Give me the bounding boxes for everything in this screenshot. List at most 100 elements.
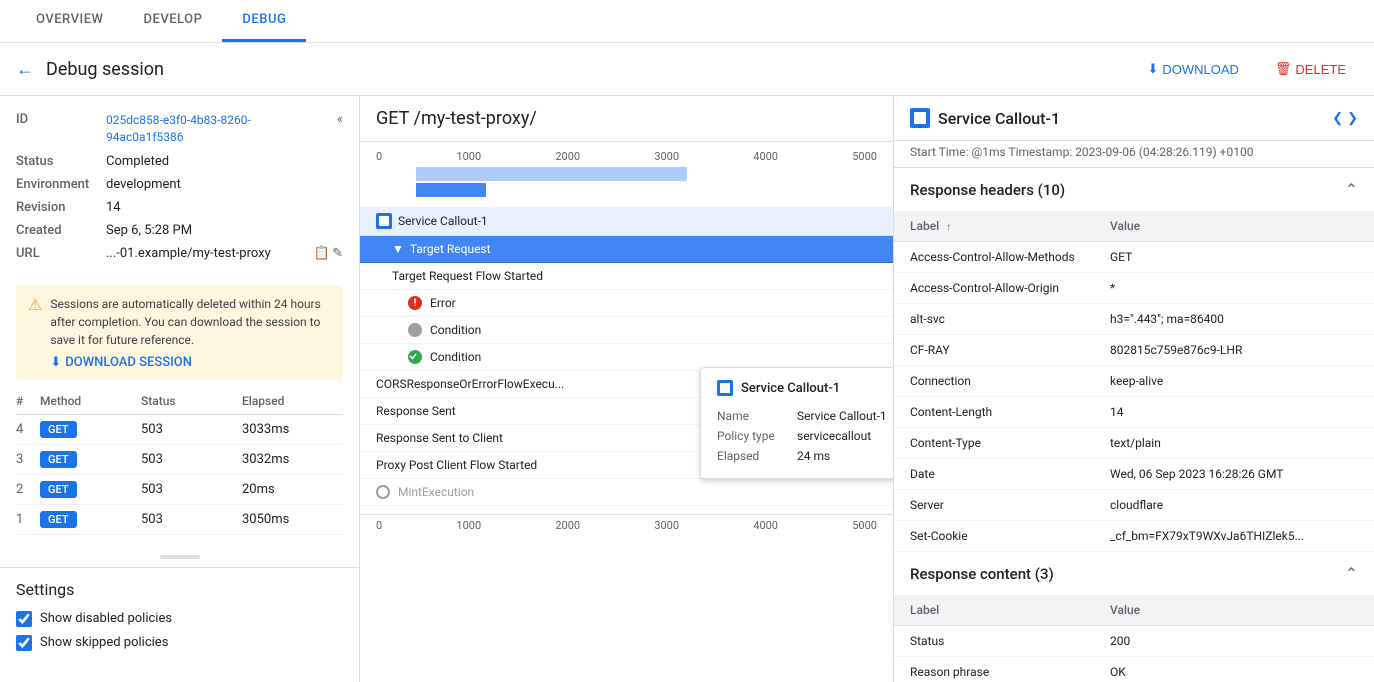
flow-item-target[interactable]: ▼ Target Request xyxy=(360,236,893,263)
copy-icon[interactable]: 📋 xyxy=(314,246,330,261)
response-content-chevron: ⌃ xyxy=(1345,564,1358,583)
row-num: 3 xyxy=(16,452,40,467)
response-headers-toggle[interactable]: Response headers (10) ⌃ xyxy=(894,168,1374,211)
tooltip-name-value: Service Callout-1 xyxy=(797,409,887,423)
response-headers-col-value: Value xyxy=(1094,211,1374,242)
row-num: 1 xyxy=(16,512,40,527)
callout-label: Service Callout-1 xyxy=(398,214,488,228)
flow-item-condition-gray: Condition xyxy=(360,317,893,344)
info-row-revision: Revision 14 xyxy=(16,196,343,219)
info-row-id: ID 025dc858-e3f0-4b83-8260-94ac0a1f5386 … xyxy=(16,108,343,150)
back-button[interactable]: ← xyxy=(16,59,34,80)
tab-develop[interactable]: DEVELOP xyxy=(123,0,222,42)
right-panel-nav[interactable]: ❮ ❯ xyxy=(1332,111,1358,126)
response-content-table: Label Value Status200 Reason phraseOK Bo… xyxy=(894,595,1374,682)
table-row[interactable]: 4 GET 503 3033ms xyxy=(16,415,343,445)
right-panel-title: Service Callout-1 xyxy=(938,109,1332,128)
download-session-icon: ⬇ xyxy=(50,355,61,370)
col-header-method: Method xyxy=(40,394,141,408)
flow-item-error: ! Error xyxy=(360,290,893,317)
row-status: 503 xyxy=(141,482,242,497)
delete-button[interactable]: 🗑 DELETE xyxy=(1263,55,1358,83)
row-num: 4 xyxy=(16,422,40,437)
revision-value: 14 xyxy=(106,200,343,215)
row-num: 2 xyxy=(16,482,40,497)
response-content-row: Status200 xyxy=(894,626,1374,657)
url-label: URL xyxy=(16,246,106,261)
response-header-row: alt-svch3=".443"; ma=86400 xyxy=(894,304,1374,335)
download-button[interactable]: ⬇ DOWNLOAD xyxy=(1135,55,1250,83)
flow-item-text: Target Request Flow Started xyxy=(360,263,893,290)
tab-debug[interactable]: DEBUG xyxy=(222,0,306,42)
proxy-post-label: Proxy Post Client Flow Started xyxy=(376,458,537,472)
tooltip-policy-value: servicecallout xyxy=(797,429,871,443)
response-header-row: Content-Length14 xyxy=(894,397,1374,428)
warning-icon: ⚠ xyxy=(28,295,42,314)
url-value: ...-01.example/my-test-proxy xyxy=(106,246,310,261)
info-row-environment: Environment development xyxy=(16,173,343,196)
flow-item-callout[interactable]: Service Callout-1 xyxy=(360,207,893,236)
tooltip-policy-label: Policy type xyxy=(717,429,797,443)
mint-dot-icon xyxy=(376,485,390,499)
flow-item-mint: MintExecution xyxy=(360,479,893,506)
row-method: GET xyxy=(40,421,141,438)
show-skipped-checkbox[interactable] xyxy=(16,635,32,651)
timeline-bar-light xyxy=(416,167,687,181)
tooltip-apigee-icon xyxy=(717,380,733,396)
warning-text: Sessions are automatically deleted withi… xyxy=(50,297,320,347)
id-label: ID xyxy=(16,112,106,127)
tooltip-name-label: Name xyxy=(717,409,797,423)
row-elapsed: 20ms xyxy=(242,482,343,497)
response-header-row: CF-RAY802815c759e876c9-LHR xyxy=(894,335,1374,366)
table-header: # Method Status Elapsed xyxy=(16,388,343,415)
show-disabled-row: Show disabled policies xyxy=(16,611,343,627)
response-content-toggle[interactable]: Response content (3) ⌃ xyxy=(894,552,1374,595)
settings-title: Settings xyxy=(16,580,343,599)
response-content-col-value: Value xyxy=(1094,595,1374,626)
right-sub-header: Start Time: @1ms Timestamp: 2023-09-06 (… xyxy=(894,141,1374,168)
row-elapsed: 3033ms xyxy=(242,422,343,437)
timeline-bars xyxy=(376,167,877,199)
sort-icon[interactable]: ↑ xyxy=(946,222,951,233)
table-row[interactable]: 3 GET 503 3032ms xyxy=(16,445,343,475)
condition-green-label: Condition xyxy=(430,350,481,364)
revision-label: Revision xyxy=(16,200,106,215)
error-dot-icon: ! xyxy=(408,296,422,310)
edit-icon[interactable]: ✎ xyxy=(332,246,343,261)
show-disabled-label: Show disabled policies xyxy=(40,611,172,626)
apigee-icon xyxy=(376,213,392,229)
table-row[interactable]: 1 GET 503 3050ms xyxy=(16,505,343,535)
tab-overview[interactable]: OVERVIEW xyxy=(16,0,123,42)
warning-box: ⚠ Sessions are automatically deleted wit… xyxy=(16,285,343,380)
prev-icon[interactable]: ❮ xyxy=(1332,111,1343,126)
timeline-section: 0 1000 2000 3000 4000 5000 xyxy=(360,142,893,207)
next-icon[interactable]: ❯ xyxy=(1347,111,1358,126)
download-session-link[interactable]: ⬇ DOWNLOAD SESSION xyxy=(50,355,331,370)
tooltip-row-name: Name Service Callout-1 xyxy=(717,406,894,426)
row-elapsed: 3032ms xyxy=(242,452,343,467)
show-skipped-label: Show skipped policies xyxy=(40,635,168,650)
show-disabled-checkbox[interactable] xyxy=(16,611,32,627)
col-header-status: Status xyxy=(141,394,242,408)
status-label: Status xyxy=(16,154,106,169)
collapse-icon[interactable]: « xyxy=(337,112,343,127)
environment-value: development xyxy=(106,177,343,192)
top-nav: OVERVIEW DEVELOP DEBUG xyxy=(0,0,1374,43)
settings-section: Settings Show disabled policies Show ski… xyxy=(0,567,359,671)
tooltip-header: Service Callout-1 xyxy=(717,380,894,396)
response-header-row: DateWed, 06 Sep 2023 16:28:26 GMT xyxy=(894,459,1374,490)
response-headers-section: Response headers (10) ⌃ Label ↑ Value Ac… xyxy=(894,168,1374,552)
row-elapsed: 3050ms xyxy=(242,512,343,527)
delete-icon: 🗑 xyxy=(1275,61,1292,77)
col-header-elapsed: Elapsed xyxy=(242,394,343,408)
row-status: 503 xyxy=(141,422,242,437)
condition-green-icon xyxy=(408,350,422,364)
row-status: 503 xyxy=(141,452,242,467)
response-sent-label: Response Sent xyxy=(376,404,456,418)
response-header-row: Connectionkeep-alive xyxy=(894,366,1374,397)
col-header-num: # xyxy=(16,394,40,408)
condition-gray-icon xyxy=(408,323,422,337)
table-row[interactable]: 2 GET 503 20ms xyxy=(16,475,343,505)
tooltip-elapsed-label: Elapsed xyxy=(717,449,797,463)
response-headers-col-label: Label ↑ xyxy=(894,211,1094,242)
